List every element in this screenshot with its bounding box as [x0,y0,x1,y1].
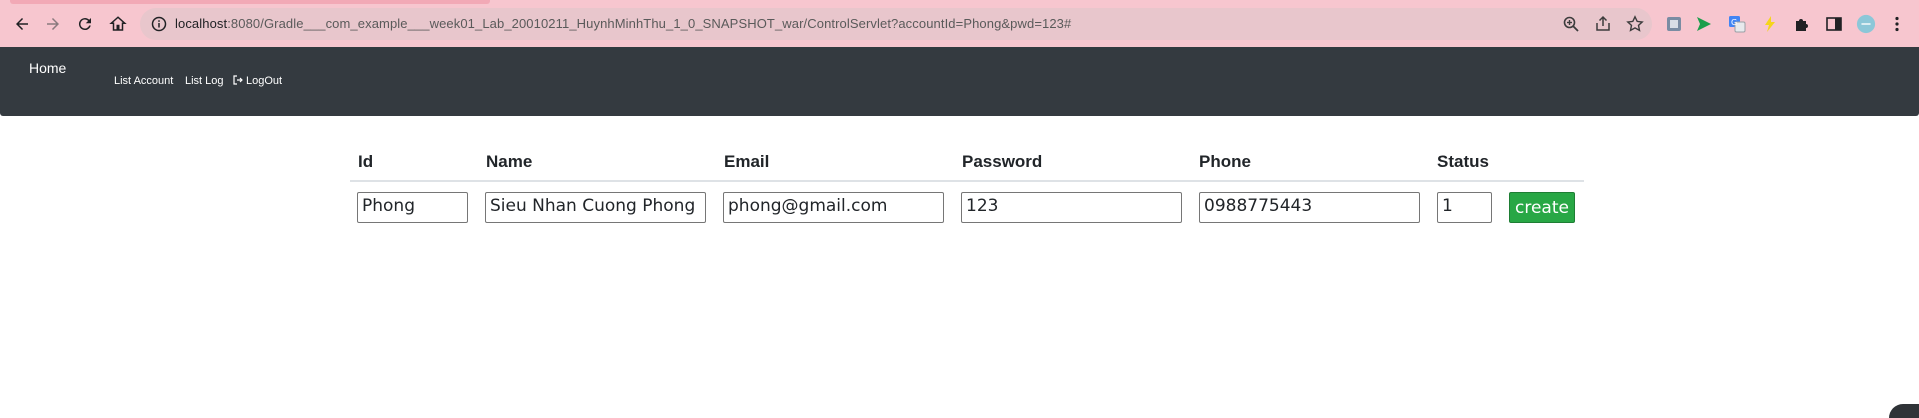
name-input[interactable]: Sieu Nhan Cuong Phong [485,192,706,223]
column-header-password: Password [962,152,1043,171]
reload-button[interactable] [73,12,97,36]
url-host: localhost [175,16,228,31]
id-input[interactable]: Phong [357,192,468,223]
forward-button[interactable] [41,12,65,36]
column-header-phone: Phone [1199,152,1251,171]
browser-menu-icon[interactable] [1887,14,1907,34]
svg-text:G: G [1731,18,1737,27]
create-button[interactable]: create [1509,192,1575,223]
app-navbar: Home List Account List Log LogOut [0,47,1919,116]
back-button[interactable] [10,12,34,36]
extensions-puzzle-icon[interactable] [1792,14,1812,34]
column-header-email: Email [724,152,770,171]
star-icon[interactable] [1626,15,1644,33]
column-header-status: Status [1437,152,1489,171]
reload-icon [78,18,91,31]
extension-highlight-icon[interactable] [1760,14,1780,34]
phone-input[interactable]: 0988775443 [1199,192,1420,223]
corner-decoration [1889,404,1919,418]
navbar-brand-home[interactable]: Home [29,60,66,76]
active-tab-indicator [10,0,490,4]
extension-translate-icon[interactable]: G [1727,14,1747,34]
logout-icon [233,75,243,85]
address-bar[interactable]: localhost:8080/Gradle___com_example___we… [140,8,1652,40]
url-path: :8080/Gradle___com_example___week01_Lab_… [227,16,1072,31]
zoom-icon[interactable] [1562,15,1580,33]
header-divider [350,180,1584,182]
column-header-id: Id [358,152,374,171]
forward-icon [47,18,59,30]
extension-send-icon[interactable] [1694,14,1714,34]
home-button[interactable] [106,12,130,36]
nav-link-list-account[interactable]: List Account [114,75,173,87]
home-icon [109,16,127,31]
profile-avatar-icon[interactable] [1856,14,1876,34]
url-text[interactable]: localhost:8080/Gradle___com_example___we… [175,16,1071,31]
nav-link-list-log[interactable]: List Log [185,75,224,87]
email-input[interactable]: phong@gmail.com [723,192,944,223]
extension-screenshot-icon[interactable] [1664,14,1684,34]
logout-label: LogOut [246,75,283,87]
column-header-name: Name [486,152,533,171]
side-panel-icon[interactable] [1824,14,1844,34]
nav-link-logout[interactable]: LogOut [233,75,282,87]
site-info-icon[interactable] [151,16,167,32]
password-input[interactable]: 123 [961,192,1182,223]
status-input[interactable]: 1 [1437,192,1492,223]
share-icon[interactable] [1594,15,1612,33]
browser-toolbar: localhost:8080/Gradle___com_example___we… [0,0,1919,47]
back-icon [16,18,28,30]
